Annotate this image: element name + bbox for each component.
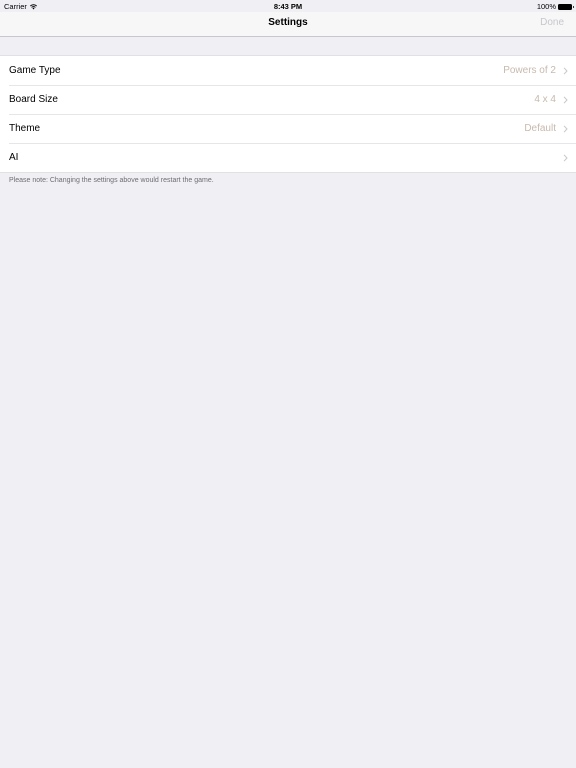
chevron-right-icon	[563, 153, 568, 162]
status-bar: Carrier 8:43 PM 100%	[0, 0, 576, 12]
row-value: Powers of 2	[503, 65, 556, 76]
settings-footer-note: Please note: Changing the settings above…	[9, 177, 214, 184]
settings-row-ai[interactable]: AI	[0, 143, 576, 172]
status-time: 8:43 PM	[273, 2, 303, 11]
row-label: AI	[9, 152, 19, 163]
settings-row-board-size[interactable]: Board Size 4 x 4	[0, 85, 576, 114]
row-label: Board Size	[9, 94, 58, 105]
row-value: 4 x 4	[534, 94, 556, 105]
row-label: Theme	[9, 123, 41, 134]
chevron-right-icon	[563, 66, 568, 75]
navigation-bar: Settings Done	[0, 12, 576, 37]
page-title: Settings	[268, 17, 308, 28]
done-button[interactable]: Done	[540, 17, 564, 28]
battery-percent: 100%	[536, 2, 556, 11]
chevron-right-icon	[563, 95, 568, 104]
settings-row-game-type[interactable]: Game Type Powers of 2	[0, 56, 576, 85]
row-value: Default	[524, 123, 556, 134]
battery-info: 100%	[536, 2, 574, 11]
settings-list: Game Type Powers of 2 Board Size 4 x 4 T…	[0, 55, 576, 173]
row-label: Game Type	[9, 65, 61, 76]
chevron-right-icon	[563, 124, 568, 133]
settings-row-theme[interactable]: Theme Default	[0, 114, 576, 143]
battery-icon	[558, 3, 574, 10]
